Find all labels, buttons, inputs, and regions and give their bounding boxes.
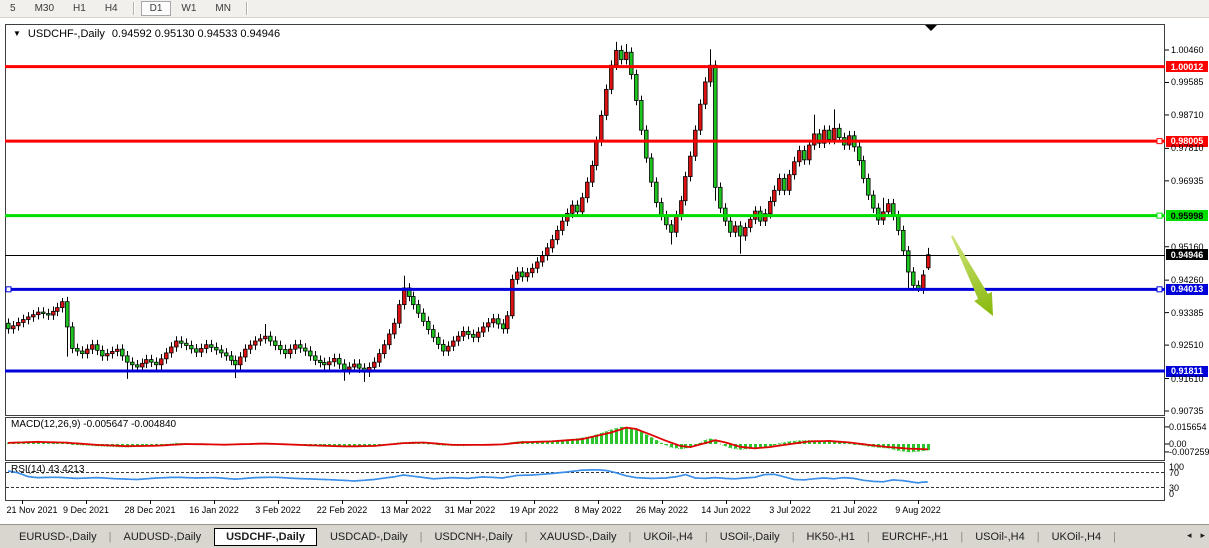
- tab-ukoil-h4[interactable]: UKOil-,H4: [632, 528, 704, 546]
- hline-handle[interactable]: [1157, 213, 1162, 218]
- price-tick-label: 0.90735: [1171, 406, 1204, 416]
- tab-xauusd-daily[interactable]: XAUUSD-,Daily: [529, 528, 628, 546]
- date-label: 19 Apr 2022: [510, 505, 559, 515]
- date-label: 22 Feb 2022: [317, 505, 368, 515]
- hline-handle[interactable]: [1157, 139, 1162, 144]
- hline-price-label: 0.94013: [1166, 284, 1208, 295]
- tab-usoil-daily[interactable]: USOil-,Daily: [709, 528, 791, 546]
- tab-separator: |: [1112, 531, 1117, 543]
- date-label: 31 Mar 2022: [445, 505, 496, 515]
- hline-handle[interactable]: [6, 287, 11, 292]
- rsi-axis-label: 70: [1169, 468, 1179, 478]
- tab-eurusd-daily[interactable]: EURUSD-,Daily: [8, 528, 108, 546]
- date-label: 21 Nov 2021: [6, 505, 57, 515]
- collapse-triangle-icon[interactable]: ▼: [13, 30, 21, 38]
- date-label: 14 Jun 2022: [701, 505, 751, 515]
- tab-scroll-right-icon[interactable]: ▸: [1200, 530, 1205, 541]
- hline-price-label: 0.95998: [1166, 210, 1208, 221]
- main-chart-panel[interactable]: [6, 25, 1165, 416]
- tab-scroll-arrows: ◂ ▸: [1187, 530, 1205, 541]
- price-tick-label: 0.92510: [1171, 340, 1204, 350]
- rsi-indicator-label: RSI(14) 43.4213: [11, 464, 84, 475]
- date-label: 21 Jul 2022: [831, 505, 878, 515]
- price-tick-label: 0.93385: [1171, 308, 1204, 318]
- rsi-panel[interactable]: [6, 463, 1165, 501]
- price-tick-label: 0.97810: [1171, 143, 1204, 153]
- hline-price-label: 1.00012: [1166, 61, 1208, 72]
- date-label: 9 Aug 2022: [895, 505, 941, 515]
- macd-indicator-label: MACD(12,26,9) -0.005647 -0.004840: [11, 419, 176, 430]
- date-label: 3 Feb 2022: [255, 505, 301, 515]
- tab-audusd-daily[interactable]: AUDUSD-,Daily: [112, 528, 212, 546]
- date-label: 9 Dec 2021: [63, 505, 109, 515]
- date-label: 16 Jan 2022: [189, 505, 239, 515]
- tab-ukoil-h4[interactable]: UKOil-,H4: [1041, 528, 1113, 546]
- hline-handle[interactable]: [1157, 287, 1162, 292]
- price-tick-label: 0.96935: [1171, 176, 1204, 186]
- tab-usdchf-daily[interactable]: USDCHF-,Daily: [214, 528, 317, 546]
- price-tick-label: 0.99585: [1171, 77, 1204, 87]
- tab-usdcad-daily[interactable]: USDCAD-,Daily: [319, 528, 419, 546]
- symbol-tab-bar: EURUSD-,Daily | AUDUSD-,DailyUSDCHF-,Daily…: [0, 524, 1209, 548]
- price-tick-label: 0.95160: [1171, 242, 1204, 252]
- macd-axis-label: 0.015654: [1169, 422, 1207, 432]
- price-tick-label: 0.98710: [1171, 110, 1204, 120]
- chart-ohlc-values: 0.94592 0.95130 0.94533 0.94946: [112, 28, 280, 40]
- tab-scroll-left-icon[interactable]: ◂: [1187, 530, 1192, 541]
- price-tick-label: 1.00460: [1171, 45, 1204, 55]
- chart-symbol-label: USDCHF-,Daily: [28, 28, 105, 40]
- trading-platform-window: 5M30H1H4D1W1MN ▼ USDCHF-,Daily 0.94592 0…: [0, 0, 1209, 548]
- date-label: 8 May 2022: [574, 505, 621, 515]
- tab-eurchf-h1[interactable]: EURCHF-,H1: [871, 528, 960, 546]
- price-tick-label: 0.91610: [1171, 374, 1204, 384]
- tab-usdcnh-daily[interactable]: USDCNH-,Daily: [423, 528, 523, 546]
- tab-usoil-h4[interactable]: USOil-,H4: [964, 528, 1036, 546]
- date-label: 26 May 2022: [636, 505, 688, 515]
- tab-hk50-h1[interactable]: HK50-,H1: [796, 528, 866, 546]
- date-label: 13 Mar 2022: [381, 505, 432, 515]
- chart-title: ▼ USDCHF-,Daily 0.94592 0.95130 0.94533 …: [13, 28, 280, 40]
- rsi-axis-label: 0: [1169, 489, 1174, 499]
- price-tick-label: 0.94260: [1171, 275, 1204, 285]
- date-label: 3 Jul 2022: [769, 505, 811, 515]
- macd-axis-label: -0.0072599: [1169, 447, 1209, 457]
- chart-canvas[interactable]: [0, 0, 1209, 524]
- date-label: 28 Dec 2021: [124, 505, 175, 515]
